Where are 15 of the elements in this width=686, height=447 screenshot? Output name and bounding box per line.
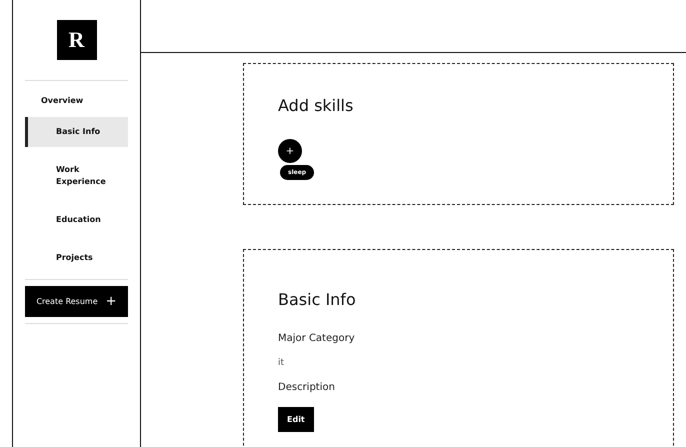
field-label: Major Category bbox=[278, 333, 355, 344]
add-skill-button[interactable]: + bbox=[278, 139, 302, 163]
field-value: it bbox=[278, 358, 284, 368]
nav-item[interactable]: Work Experience bbox=[25, 155, 128, 197]
create-resume-button[interactable]: Create Resume + bbox=[25, 286, 128, 317]
plus-icon: + bbox=[106, 295, 117, 308]
nav-item[interactable]: Projects bbox=[25, 243, 128, 273]
nav-item[interactable]: Basic Info bbox=[25, 117, 128, 147]
nav-item[interactable]: Education bbox=[25, 205, 128, 235]
section-title: Basic Info bbox=[278, 290, 356, 309]
logo: R bbox=[56, 20, 96, 60]
section-title: Add skills bbox=[278, 96, 354, 115]
field-label: Description bbox=[278, 382, 335, 393]
nav-heading[interactable]: Overview bbox=[13, 81, 128, 117]
edit-button[interactable]: Edit bbox=[278, 407, 314, 432]
